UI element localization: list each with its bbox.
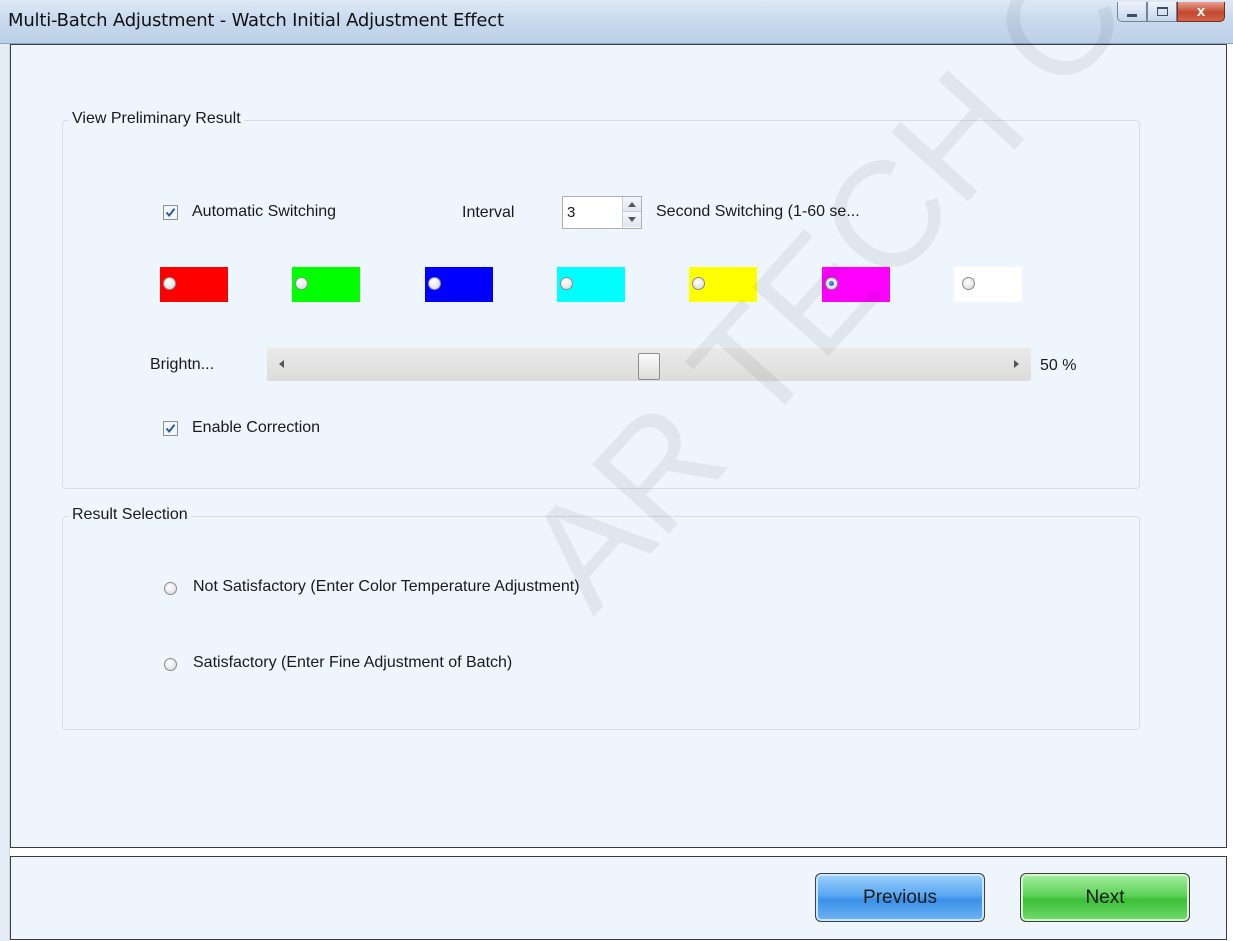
color-swatch	[425, 267, 493, 302]
color-swatch-radio[interactable]	[295, 277, 308, 290]
maximize-button[interactable]	[1147, 2, 1177, 22]
maximize-icon	[1156, 7, 1168, 16]
color-swatch	[954, 267, 1022, 302]
color-swatch-radio[interactable]	[428, 277, 441, 290]
minimize-button[interactable]	[1117, 2, 1147, 22]
color-swatch-radio[interactable]	[692, 277, 705, 290]
result-groupbox: Result Selection	[62, 506, 1140, 730]
brightness-slider-thumb[interactable]	[638, 353, 660, 380]
color-swatch-radio[interactable]	[163, 277, 176, 290]
brightness-value: 50 %	[1040, 357, 1077, 374]
minimize-icon	[1127, 14, 1137, 17]
satisfactory-radio[interactable]	[164, 658, 177, 671]
auto-switching-checkbox[interactable]	[163, 205, 178, 220]
color-swatch-radio[interactable]	[825, 277, 838, 290]
color-swatch-radio[interactable]	[962, 277, 975, 290]
preview-group-title: View Preliminary Result	[69, 110, 244, 128]
enable-correction-checkbox[interactable]	[163, 421, 178, 436]
interval-label: Interval	[462, 204, 515, 221]
color-swatch	[292, 267, 360, 302]
content-panel: View Preliminary Result Automatic Switch…	[10, 0, 1233, 848]
color-swatch	[822, 267, 890, 302]
close-icon: x	[1196, 3, 1206, 20]
checkmark-icon	[165, 424, 176, 434]
previous-button[interactable]: Previous	[815, 873, 985, 922]
footer-bar: Previous Next	[10, 856, 1227, 940]
interval-decrement-button[interactable]	[623, 212, 641, 227]
brightness-slider[interactable]	[267, 348, 1031, 381]
window-left-edge	[0, 44, 10, 941]
not-satisfactory-label: Not Satisfactory (Enter Color Temperatur…	[193, 578, 580, 595]
not-satisfactory-radio[interactable]	[164, 582, 177, 595]
color-swatch-radio[interactable]	[560, 277, 573, 290]
arrow-up-icon	[628, 201, 636, 207]
brightness-label: Brightn...	[150, 356, 215, 373]
interval-spinbox[interactable]: 3	[562, 196, 642, 229]
interval-suffix-label: Second Switching (1-60 se...	[656, 203, 860, 220]
slider-left-arrow-icon[interactable]	[279, 360, 284, 368]
arrow-down-icon	[628, 217, 636, 222]
color-swatch	[160, 267, 228, 302]
slider-right-arrow-icon[interactable]	[1014, 360, 1019, 368]
window-controls: x	[1117, 2, 1225, 22]
color-swatch	[557, 267, 625, 302]
auto-switching-label: Automatic Switching	[192, 203, 337, 220]
interval-value: 3	[567, 204, 576, 221]
satisfactory-label: Satisfactory (Enter Fine Adjustment of B…	[193, 654, 513, 671]
close-button[interactable]: x	[1177, 2, 1225, 22]
enable-correction-label: Enable Correction	[192, 419, 321, 436]
interval-increment-button[interactable]	[623, 197, 641, 212]
interval-stepper	[622, 197, 641, 228]
checkmark-icon	[165, 208, 176, 218]
title-bar: Multi-Batch Adjustment - Watch Initial A…	[0, 0, 1233, 44]
color-swatch	[689, 267, 757, 302]
window-title: Multi-Batch Adjustment - Watch Initial A…	[8, 10, 504, 31]
next-button[interactable]: Next	[1020, 873, 1190, 922]
result-group-title: Result Selection	[69, 506, 191, 524]
